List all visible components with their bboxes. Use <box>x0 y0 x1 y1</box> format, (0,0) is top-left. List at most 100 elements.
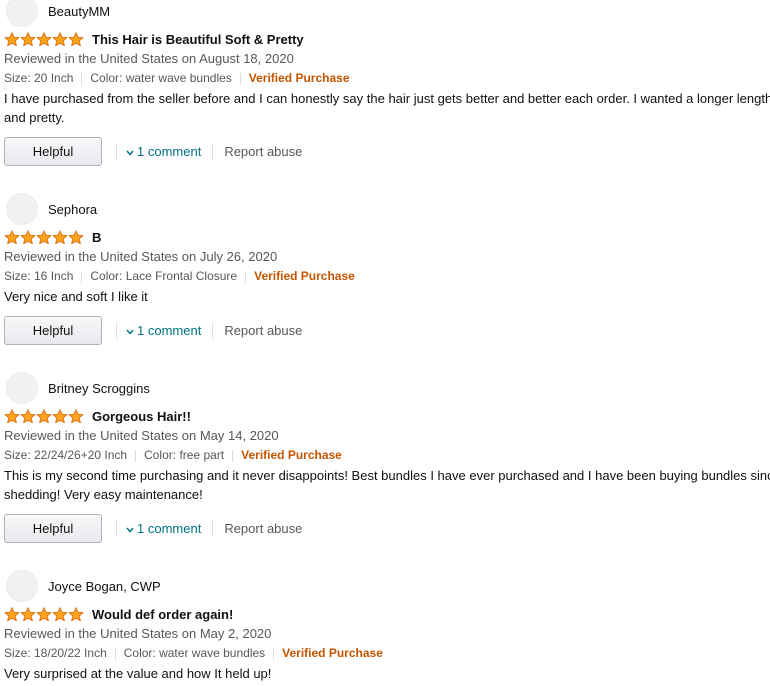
profile-row: Joyce Bogan, CWP <box>4 570 770 602</box>
size-label: Size: 22/24/26+20 Inch <box>4 448 128 462</box>
divider <box>212 143 214 160</box>
color-label: Color: Lace Frontal Closure <box>90 269 238 283</box>
divider <box>245 270 247 283</box>
star-icon <box>68 408 84 423</box>
review-date: Reviewed in the United States on August … <box>4 51 294 66</box>
helpful-button[interactable]: Helpful <box>4 316 102 345</box>
star-icon <box>68 606 84 621</box>
verified-purchase-badge[interactable]: Verified Purchase <box>241 445 342 466</box>
size-label: Size: 18/20/22 Inch <box>4 646 107 660</box>
profile-row: Britney Scroggins <box>4 372 770 404</box>
comments-label: 1 comment <box>137 144 202 159</box>
review: Sephora B Reviewed in the United States … <box>4 193 770 346</box>
star-icon <box>36 606 52 621</box>
title-row: Would def order again! <box>4 604 770 624</box>
divider <box>239 72 241 85</box>
profile-row: BeautyMM <box>4 0 770 27</box>
verified-purchase-badge[interactable]: Verified Purchase <box>282 643 383 664</box>
title-row: Gorgeous Hair!! <box>4 406 770 426</box>
color-label: Color: water wave bundles <box>90 71 232 85</box>
avatar[interactable] <box>6 0 38 27</box>
divider <box>116 143 117 160</box>
star-icon <box>20 606 36 621</box>
star-icon <box>20 31 36 46</box>
star-icon <box>68 31 84 46</box>
divider <box>81 270 83 283</box>
star-icon <box>52 606 68 621</box>
review-body: I have purchased from the seller before … <box>4 89 770 127</box>
title-row: B <box>4 227 770 247</box>
review-date: Reviewed in the United States on May 14,… <box>4 428 279 443</box>
divider <box>212 322 214 339</box>
avatar[interactable] <box>6 372 38 404</box>
star-icon <box>4 408 20 423</box>
divider <box>81 72 83 85</box>
review-date: Reviewed in the United States on May 2, … <box>4 626 272 641</box>
profile-name[interactable]: Joyce Bogan, CWP <box>48 579 161 594</box>
star-icon <box>4 229 20 244</box>
review-meta: Size: 20 Inch Color: water wave bundles … <box>4 68 770 89</box>
star-rating[interactable] <box>4 408 84 424</box>
divider <box>114 647 116 660</box>
review-body-line: Very nice and soft I like it <box>4 289 148 304</box>
star-icon <box>52 31 68 46</box>
divider <box>232 449 234 462</box>
review: BeautyMM This Hair is Beautiful Soft & P… <box>4 0 770 167</box>
star-icon <box>68 229 84 244</box>
profile-name[interactable]: BeautyMM <box>48 4 110 19</box>
divider <box>212 520 214 537</box>
star-rating[interactable] <box>4 606 84 622</box>
review-body: Very surprised at the value and how It h… <box>4 664 770 683</box>
review-title[interactable]: Would def order again! <box>92 607 233 622</box>
review-actions: Helpful 1 comment Report abuse <box>4 513 770 544</box>
star-rating[interactable] <box>4 31 84 47</box>
avatar[interactable] <box>6 570 38 602</box>
review-body-line: shedding! Very easy maintenance! <box>4 487 203 502</box>
star-icon <box>36 229 52 244</box>
star-icon <box>52 229 68 244</box>
review-date: Reviewed in the United States on July 26… <box>4 249 278 264</box>
review-title[interactable]: B <box>92 230 101 245</box>
comments-label: 1 comment <box>137 323 202 338</box>
title-row: This Hair is Beautiful Soft & Pretty <box>4 29 770 49</box>
review-meta: Size: 18/20/22 Inch Color: water wave bu… <box>4 643 770 664</box>
review-body-line: and pretty. <box>4 110 65 125</box>
color-label: Color: water wave bundles <box>123 646 266 660</box>
review-meta: Size: 22/24/26+20 Inch Color: free part … <box>4 445 770 466</box>
divider <box>116 322 117 339</box>
report-abuse-link[interactable]: Report abuse <box>224 323 302 338</box>
helpful-button[interactable]: Helpful <box>4 514 102 543</box>
star-icon <box>20 229 36 244</box>
comments-link[interactable]: 1 comment <box>126 521 201 536</box>
divider <box>135 449 137 462</box>
review: Britney Scroggins Gorgeous Hair!! Review… <box>4 372 770 544</box>
star-icon <box>4 606 20 621</box>
review-title[interactable]: This Hair is Beautiful Soft & Pretty <box>92 32 304 47</box>
star-icon <box>36 31 52 46</box>
divider <box>273 647 275 660</box>
verified-purchase-badge[interactable]: Verified Purchase <box>249 68 350 89</box>
size-label: Size: 16 Inch <box>4 269 74 283</box>
divider <box>116 520 117 537</box>
star-rating[interactable] <box>4 229 84 245</box>
comments-label: 1 comment <box>137 521 202 536</box>
profile-name[interactable]: Sephora <box>48 202 97 217</box>
avatar[interactable] <box>6 193 38 225</box>
review-body-line: Very surprised at the value and how It h… <box>4 666 272 681</box>
comments-link[interactable]: 1 comment <box>126 144 201 159</box>
star-icon <box>4 31 20 46</box>
star-icon <box>36 408 52 423</box>
chevron-down-icon <box>126 323 134 338</box>
color-label: Color: free part <box>144 448 225 462</box>
report-abuse-link[interactable]: Report abuse <box>224 521 302 536</box>
review-title[interactable]: Gorgeous Hair!! <box>92 409 191 424</box>
verified-purchase-badge[interactable]: Verified Purchase <box>254 266 355 287</box>
star-icon <box>52 408 68 423</box>
helpful-button[interactable]: Helpful <box>4 137 102 166</box>
review-meta: Size: 16 Inch Color: Lace Frontal Closur… <box>4 266 770 287</box>
review-actions: Helpful 1 comment Report abuse <box>4 136 770 167</box>
report-abuse-link[interactable]: Report abuse <box>224 144 302 159</box>
size-label: Size: 20 Inch <box>4 71 74 85</box>
profile-name[interactable]: Britney Scroggins <box>48 381 150 396</box>
comments-link[interactable]: 1 comment <box>126 323 201 338</box>
